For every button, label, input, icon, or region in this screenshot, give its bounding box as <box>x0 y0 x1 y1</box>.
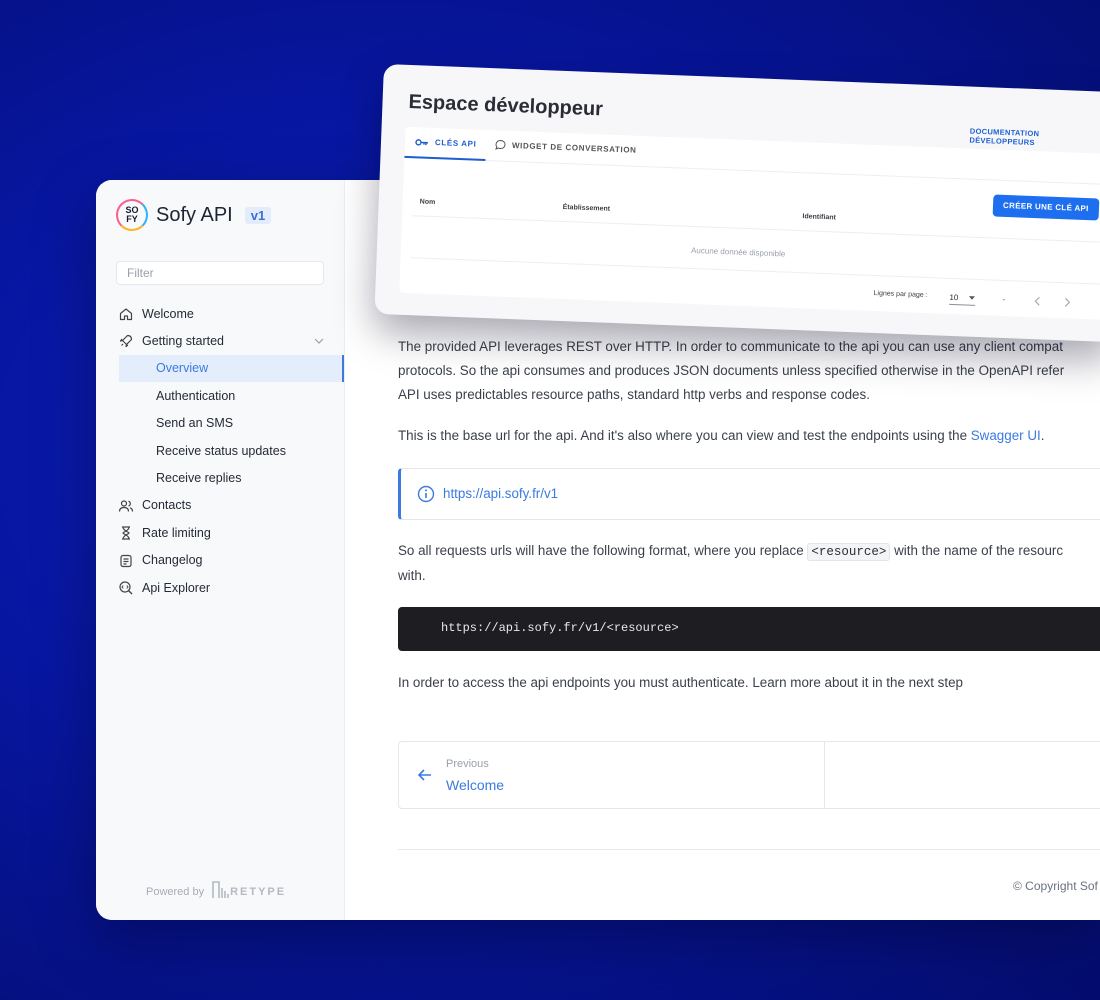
info-icon <box>417 485 435 503</box>
people-icon <box>118 500 134 512</box>
format-text: So all requests urls will have the follo… <box>398 543 808 558</box>
pager-previous-label: Previous <box>446 758 489 770</box>
developer-space-card: Espace développeur DOCUMENTATION DÉVELOP… <box>374 64 1100 343</box>
sidebar-item-send-sms[interactable]: Send an SMS <box>96 410 344 437</box>
rows-per-page-label: Lignes par page : <box>873 289 928 300</box>
resource-inline-code: <resource> <box>807 543 891 561</box>
rows-per-page-select[interactable]: 10 <box>949 292 976 306</box>
logo-text-bottom: FY <box>126 214 138 224</box>
caret-down-icon <box>969 296 976 300</box>
arrow-left-icon <box>417 769 431 781</box>
rows-per-page-value: 10 <box>949 292 959 303</box>
sidebar-item-label: Api Explorer <box>142 580 211 595</box>
rocket-icon <box>119 335 133 348</box>
chevron-right-icon[interactable] <box>1063 297 1071 307</box>
sidebar-item-contacts[interactable]: Contacts <box>96 492 344 519</box>
column-header-name: Nom <box>419 198 436 207</box>
chevron-down-icon[interactable] <box>313 335 325 347</box>
sidebar-item-label: Receive replies <box>156 471 242 486</box>
footer-divider <box>398 849 1100 850</box>
tab-conversation-widget[interactable]: WIDGET DE CONVERSATION <box>494 130 637 164</box>
base-url-link[interactable]: https://api.sofy.fr/v1 <box>443 486 558 501</box>
chevron-left-icon[interactable] <box>1033 296 1041 306</box>
home-icon <box>119 308 133 321</box>
api-keys-panel: CLÉS API WIDGET DE CONVERSATION CRÉER UN… <box>399 126 1100 321</box>
auth-paragraph: In order to access the api endpoints you… <box>398 675 963 690</box>
intro-line-1: The provided API leverages REST over HTT… <box>398 339 1063 354</box>
code-block-text: https://api.sofy.fr/v1/<resource> <box>441 621 679 635</box>
table-footer-divider <box>410 257 1100 285</box>
base-url-text: This is the base url for the api. And it… <box>398 428 971 443</box>
key-icon <box>415 138 429 146</box>
copyright: © Copyright Sof <box>1013 879 1098 893</box>
sidebar-item-welcome[interactable]: Welcome <box>96 300 344 327</box>
sidebar-nav: Welcome Getting started Overview Authent… <box>96 300 344 601</box>
retype-wordmark: RETYPE <box>230 886 287 898</box>
column-header-identifier: Identifiant <box>802 213 837 222</box>
pagination-range: - <box>1002 294 1006 305</box>
sidebar-item-getting-started[interactable]: Getting started <box>96 327 344 354</box>
sidebar-item-label: Contacts <box>142 498 192 513</box>
base-url-period: . <box>1040 428 1045 443</box>
tab-api-keys-label: CLÉS API <box>434 138 477 149</box>
retype-logo-icon <box>212 881 229 898</box>
code-block[interactable]: https://api.sofy.fr/v1/<resource> <box>398 607 1100 651</box>
base-url-callout: https://api.sofy.fr/v1 <box>398 468 1100 520</box>
sidebar-item-changelog[interactable]: Changelog <box>96 547 344 574</box>
developer-docs-label: DOCUMENTATION DÉVELOPPEURS <box>969 126 1040 148</box>
intro-line-2: protocols. So the api consumes and produ… <box>398 363 1065 378</box>
sidebar-item-receive-status-updates[interactable]: Receive status updates <box>96 437 344 464</box>
sidebar-item-label: Overview <box>156 361 209 376</box>
developer-docs-link[interactable]: DOCUMENTATION DÉVELOPPEURS <box>969 127 1100 151</box>
format-text-end: with the name of the resourc <box>890 543 1064 558</box>
powered-by-label: Powered by <box>146 886 205 898</box>
sidebar: SO FY Sofy API v1 Filter Welcome Getting… <box>96 180 345 920</box>
format-line-2: with. <box>398 568 426 583</box>
sidebar-item-label: Rate limiting <box>142 525 211 540</box>
sidebar-item-label: Send an SMS <box>156 416 234 431</box>
explorer-icon <box>119 581 133 595</box>
intro-line-3: API uses predictables resource paths, st… <box>398 387 870 402</box>
swagger-ui-link[interactable]: Swagger UI <box>971 428 1041 443</box>
intro-paragraph: The provided API leverages REST over HTT… <box>398 335 1064 407</box>
base-url-paragraph: This is the base url for the api. And it… <box>398 424 1044 448</box>
brand[interactable]: SO FY Sofy API v1 <box>116 198 272 232</box>
tab-widget-label: WIDGET DE CONVERSATION <box>511 140 637 155</box>
sidebar-item-rate-limiting[interactable]: Rate limiting <box>96 519 344 546</box>
pager: Previous Welcome <box>398 741 1100 809</box>
sidebar-item-label: Authentication <box>156 388 236 403</box>
column-header-establishment: Établissement <box>562 203 611 213</box>
sidebar-item-overview[interactable]: Overview <box>119 354 344 383</box>
changelog-icon <box>120 554 132 567</box>
create-api-key-button[interactable]: CRÉER UNE CLÉ API <box>992 194 1100 221</box>
sidebar-item-label: Welcome <box>142 306 194 321</box>
sidebar-item-authentication[interactable]: Authentication <box>96 382 344 409</box>
filter-input[interactable]: Filter <box>116 261 324 285</box>
powered-by[interactable]: Powered by RETYPE <box>146 881 287 898</box>
card-title: Espace développeur <box>408 90 604 121</box>
sidebar-item-label: Changelog <box>142 553 203 568</box>
tab-api-keys[interactable]: CLÉS API <box>404 126 487 161</box>
version-badge: v1 <box>244 206 272 224</box>
hourglass-icon <box>122 526 130 540</box>
sidebar-item-label: Receive status updates <box>156 443 286 458</box>
chat-bubble-icon <box>495 140 506 150</box>
format-paragraph: So all requests urls will have the follo… <box>398 539 1063 588</box>
pager-previous[interactable]: Previous Welcome <box>399 742 824 808</box>
sidebar-item-receive-replies[interactable]: Receive replies <box>96 464 344 491</box>
sidebar-item-label: Getting started <box>142 334 224 349</box>
pager-previous-title: Welcome <box>446 777 505 793</box>
pager-divider <box>824 742 825 808</box>
table-header-divider <box>412 215 1100 243</box>
brand-name: Sofy API <box>156 203 233 226</box>
empty-table-message: Aucune donnée disponible <box>690 245 786 259</box>
sidebar-item-api-explorer[interactable]: Api Explorer <box>96 574 344 601</box>
sofy-logo: SO FY <box>116 199 148 231</box>
